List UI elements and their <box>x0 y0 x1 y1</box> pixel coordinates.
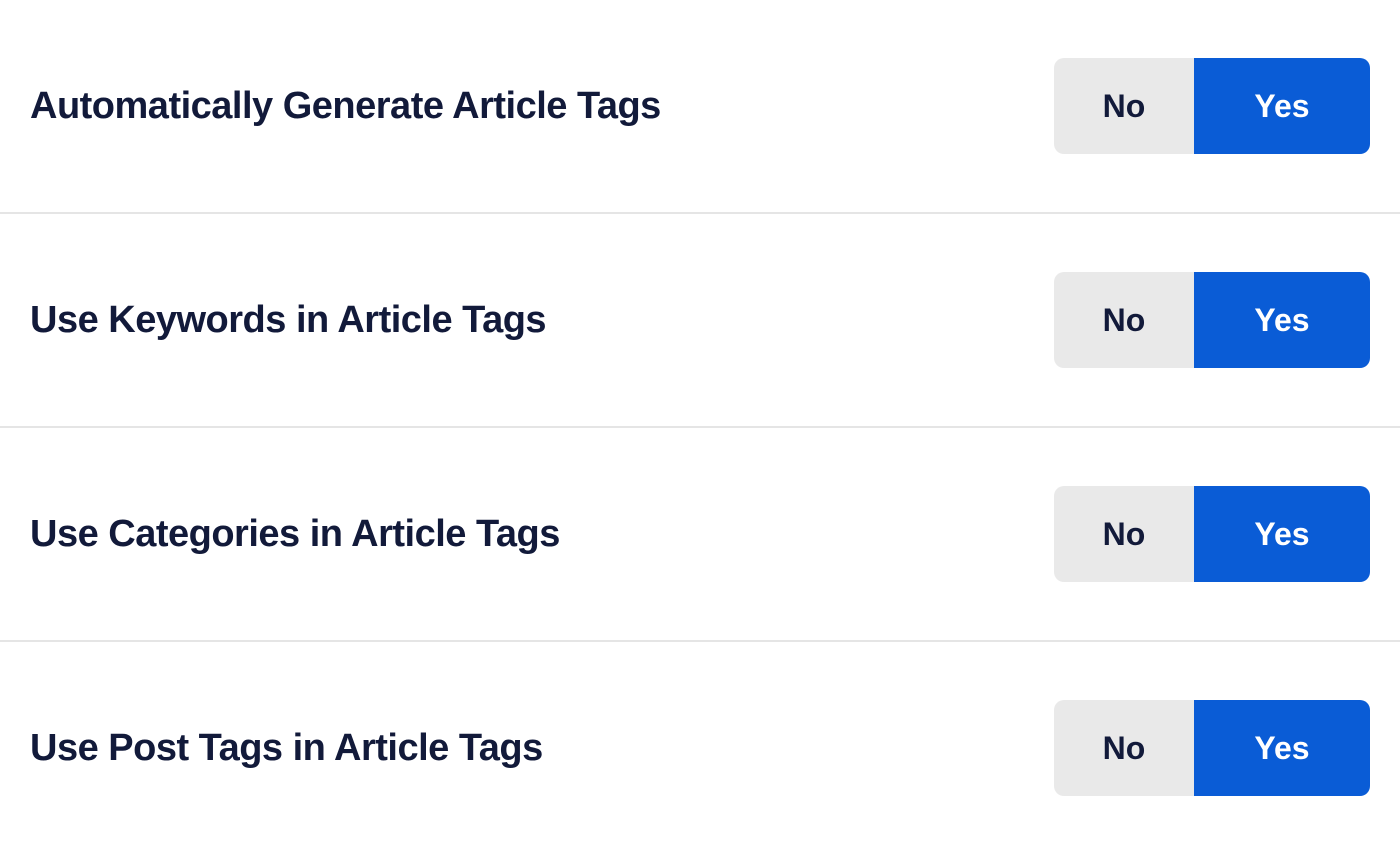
setting-label: Use Categories in Article Tags <box>30 513 560 556</box>
toggle-use-keywords: No Yes <box>1054 272 1370 368</box>
setting-row-use-post-tags: Use Post Tags in Article Tags No Yes <box>0 642 1400 854</box>
toggle-use-categories: No Yes <box>1054 486 1370 582</box>
toggle-auto-generate-tags: No Yes <box>1054 58 1370 154</box>
setting-label: Automatically Generate Article Tags <box>30 85 661 128</box>
toggle-no-button[interactable]: No <box>1054 272 1194 368</box>
toggle-yes-button[interactable]: Yes <box>1194 58 1370 154</box>
toggle-yes-button[interactable]: Yes <box>1194 486 1370 582</box>
settings-list: Automatically Generate Article Tags No Y… <box>0 0 1400 854</box>
setting-row-use-keywords: Use Keywords in Article Tags No Yes <box>0 214 1400 428</box>
toggle-use-post-tags: No Yes <box>1054 700 1370 796</box>
setting-label: Use Post Tags in Article Tags <box>30 727 543 770</box>
setting-row-auto-generate-tags: Automatically Generate Article Tags No Y… <box>0 0 1400 214</box>
toggle-no-button[interactable]: No <box>1054 486 1194 582</box>
setting-label: Use Keywords in Article Tags <box>30 299 546 342</box>
toggle-no-button[interactable]: No <box>1054 58 1194 154</box>
setting-row-use-categories: Use Categories in Article Tags No Yes <box>0 428 1400 642</box>
toggle-yes-button[interactable]: Yes <box>1194 272 1370 368</box>
toggle-yes-button[interactable]: Yes <box>1194 700 1370 796</box>
toggle-no-button[interactable]: No <box>1054 700 1194 796</box>
